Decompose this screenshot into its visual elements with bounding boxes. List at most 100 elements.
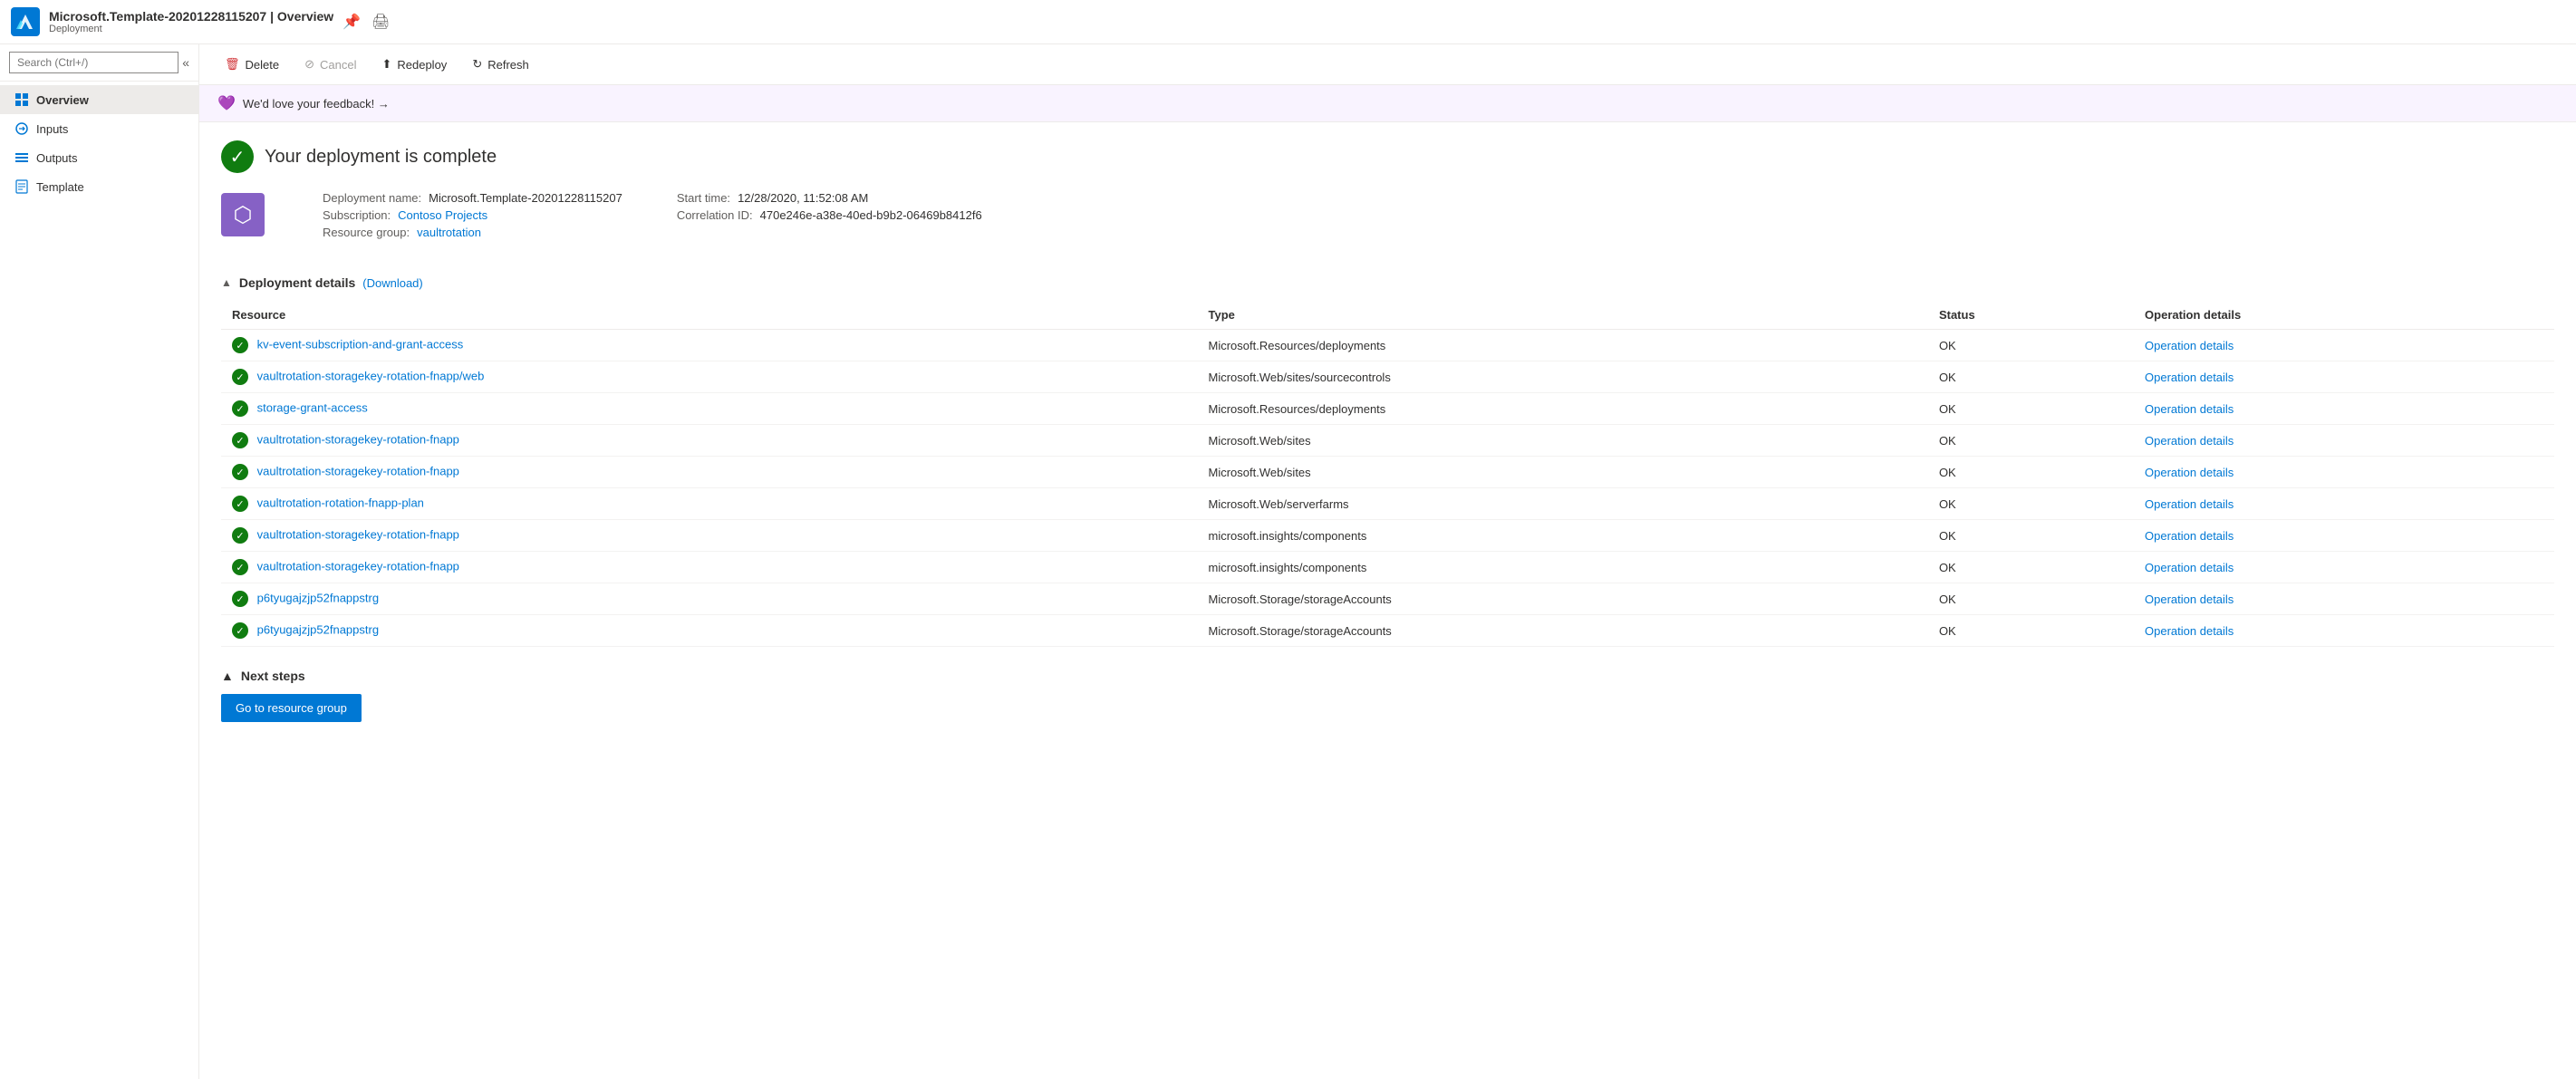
next-steps-chevron: ▲ — [221, 669, 234, 683]
go-to-resource-group-button[interactable]: Go to resource group — [221, 694, 362, 722]
operation-cell: Operation details — [2134, 583, 2554, 615]
operation-cell: Operation details — [2134, 552, 2554, 583]
col-status: Status — [1928, 301, 2134, 330]
next-steps-section: ▲ Next steps Go to resource group — [221, 669, 2554, 722]
resource-link[interactable]: p6tyugajzjp52fnappstrg — [257, 622, 379, 636]
feedback-banner[interactable]: 💜 We'd love your feedback! → — [199, 85, 2576, 122]
sidebar-item-inputs-label: Inputs — [36, 122, 68, 136]
resource-cell: ✓ vaultrotation-storagekey-rotation-fnap… — [221, 361, 1197, 393]
operation-cell: Operation details — [2134, 488, 2554, 520]
deployment-name-row: Deployment name: Microsoft.Template-2020… — [323, 191, 622, 205]
sidebar-item-overview[interactable]: Overview — [0, 85, 198, 114]
status-cell: OK — [1928, 361, 2134, 393]
correlation-value: 470e246e-a38e-40ed-b9b2-06469b8412f6 — [760, 208, 982, 222]
resource-group-row: Resource group: vaultrotation — [323, 226, 622, 239]
template-icon — [14, 179, 29, 194]
table-body: ✓ kv-event-subscription-and-grant-access… — [221, 330, 2554, 647]
status-cell: OK — [1928, 520, 2134, 552]
row-success-icon: ✓ — [232, 559, 248, 575]
table-row: ✓ vaultrotation-storagekey-rotation-fnap… — [221, 457, 2554, 488]
search-row: « — [9, 52, 189, 73]
resource-link[interactable]: p6tyugajzjp52fnappstrg — [257, 591, 379, 604]
sidebar-item-inputs[interactable]: Inputs — [0, 114, 198, 143]
sidebar-item-template[interactable]: Template — [0, 172, 198, 201]
next-steps-header[interactable]: ▲ Next steps — [221, 669, 2554, 683]
deployment-name-value: Microsoft.Template-20201228115207 — [429, 191, 622, 205]
sidebar-item-overview-label: Overview — [36, 93, 89, 107]
resource-cell: ✓ vaultrotation-storagekey-rotation-fnap… — [221, 425, 1197, 457]
operation-details-link[interactable]: Operation details — [2145, 592, 2233, 606]
row-success-icon: ✓ — [232, 337, 248, 353]
operation-cell: Operation details — [2134, 425, 2554, 457]
operation-details-link[interactable]: Operation details — [2145, 529, 2233, 543]
status-cell: OK — [1928, 615, 2134, 647]
type-cell: Microsoft.Web/serverfarms — [1197, 488, 1927, 520]
resource-link[interactable]: vaultrotation-rotation-fnapp-plan — [257, 496, 424, 509]
row-success-icon: ✓ — [232, 369, 248, 385]
operation-details-link[interactable]: Operation details — [2145, 371, 2233, 384]
refresh-button[interactable]: ↻ Refresh — [461, 52, 539, 77]
page-content: ✓ Your deployment is complete ⬡ Deployme… — [199, 122, 2576, 740]
operation-cell: Operation details — [2134, 393, 2554, 425]
operation-details-link[interactable]: Operation details — [2145, 466, 2233, 479]
page-subtitle: Deployment — [49, 24, 333, 34]
resource-link[interactable]: kv-event-subscription-and-grant-access — [257, 337, 464, 351]
download-link[interactable]: (Download) — [362, 276, 422, 290]
resource-link[interactable]: vaultrotation-storagekey-rotation-fnapp — [257, 432, 459, 446]
resource-cell: ✓ vaultrotation-rotation-fnapp-plan — [221, 488, 1197, 520]
resource-cell: ✓ p6tyugajzjp52fnappstrg — [221, 583, 1197, 615]
table-row: ✓ vaultrotation-storagekey-rotation-fnap… — [221, 425, 2554, 457]
refresh-icon: ↻ — [472, 57, 482, 72]
pin-icon[interactable]: 📌 — [343, 13, 361, 31]
feedback-icon: 💜 — [217, 94, 236, 112]
operation-details-link[interactable]: Operation details — [2145, 402, 2233, 416]
operation-cell: Operation details — [2134, 520, 2554, 552]
resource-link[interactable]: vaultrotation-storagekey-rotation-fnapp — [257, 464, 459, 477]
resource-cell: ✓ storage-grant-access — [221, 393, 1197, 425]
operation-details-link[interactable]: Operation details — [2145, 339, 2233, 352]
sidebar-search-area: « — [0, 44, 198, 82]
type-cell: Microsoft.Resources/deployments — [1197, 393, 1927, 425]
operation-details-link[interactable]: Operation details — [2145, 624, 2233, 638]
correlation-row: Correlation ID: 470e246e-a38e-40ed-b9b2-… — [677, 208, 982, 222]
deployment-details-header[interactable]: ▲ Deployment details (Download) — [221, 275, 2554, 290]
outputs-icon — [14, 150, 29, 165]
main-layout: « Overview — [0, 44, 2576, 1079]
resource-link[interactable]: vaultrotation-storagekey-rotation-fnapp — [257, 559, 459, 573]
print-icon[interactable]: 🖨 — [371, 13, 390, 31]
deployment-details-section: ▲ Deployment details (Download) Resource… — [221, 275, 2554, 647]
redeploy-label: Redeploy — [397, 58, 447, 72]
start-time-row: Start time: 12/28/2020, 11:52:08 AM — [677, 191, 982, 205]
status-cell: OK — [1928, 425, 2134, 457]
deployment-title: Your deployment is complete — [265, 147, 497, 168]
delete-button[interactable]: 🗑 Delete — [214, 52, 290, 77]
resource-link[interactable]: storage-grant-access — [257, 400, 368, 414]
svg-text:⬡: ⬡ — [234, 203, 253, 227]
table-row: ✓ p6tyugajzjp52fnappstrg Microsoft.Stora… — [221, 615, 2554, 647]
row-success-icon: ✓ — [232, 527, 248, 544]
collapse-sidebar-button[interactable]: « — [182, 55, 189, 70]
deployment-details-title: Deployment details — [239, 275, 355, 290]
search-input[interactable] — [9, 52, 178, 73]
table-row: ✓ vaultrotation-storagekey-rotation-fnap… — [221, 361, 2554, 393]
operation-details-link[interactable]: Operation details — [2145, 561, 2233, 574]
sidebar: « Overview — [0, 44, 199, 1079]
info-col-right: Start time: 12/28/2020, 11:52:08 AM Corr… — [677, 191, 982, 239]
resource-link[interactable]: vaultrotation-storagekey-rotation-fnapp — [257, 527, 459, 541]
start-time-value: 12/28/2020, 11:52:08 AM — [738, 191, 868, 205]
resource-cell: ✓ p6tyugajzjp52fnappstrg — [221, 615, 1197, 647]
operation-details-link[interactable]: Operation details — [2145, 434, 2233, 448]
cancel-button[interactable]: ⊘ Cancel — [294, 52, 367, 77]
top-bar-title-group: Microsoft.Template-20201228115207 | Over… — [49, 9, 333, 34]
type-cell: Microsoft.Resources/deployments — [1197, 330, 1927, 361]
subscription-value[interactable]: Contoso Projects — [398, 208, 487, 222]
resource-link[interactable]: vaultrotation-storagekey-rotation-fnapp/… — [257, 369, 485, 382]
row-success-icon: ✓ — [232, 622, 248, 639]
type-cell: Microsoft.Web/sites — [1197, 457, 1927, 488]
sidebar-item-outputs[interactable]: Outputs — [0, 143, 198, 172]
resource-group-value[interactable]: vaultrotation — [417, 226, 481, 239]
operation-details-link[interactable]: Operation details — [2145, 497, 2233, 511]
table-row: ✓ vaultrotation-rotation-fnapp-plan Micr… — [221, 488, 2554, 520]
redeploy-button[interactable]: ⬆ Redeploy — [371, 52, 458, 77]
row-success-icon: ✓ — [232, 400, 248, 417]
